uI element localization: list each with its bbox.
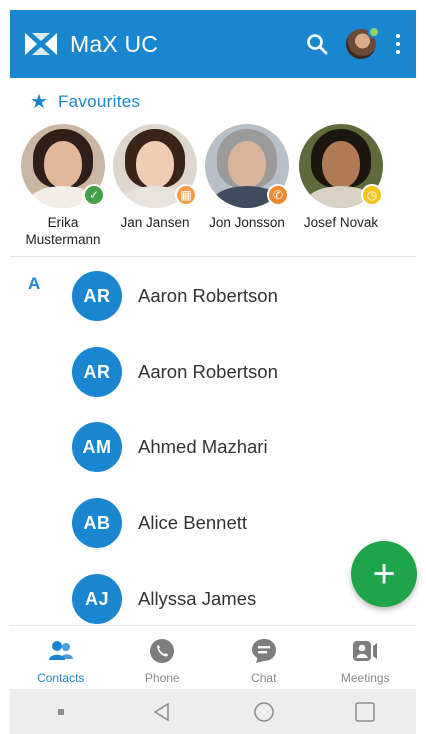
clock-icon: ◷ [361, 184, 383, 206]
contact-photo: ✓ [21, 124, 105, 208]
more-options-button[interactable] [392, 29, 404, 59]
tab-phone[interactable]: Phone [112, 626, 214, 689]
contact-initials-avatar: AR [72, 347, 122, 397]
contact-name: Ahmed Mazhari [138, 436, 268, 457]
contact-name: Alice Bennett [138, 512, 248, 533]
home-circle-icon [254, 701, 274, 722]
favourite-name: Jon Jonsson [209, 215, 285, 230]
profile-avatar[interactable] [346, 26, 380, 59]
star-icon: ★ [30, 91, 48, 113]
add-contact-button[interactable]: + [351, 541, 417, 607]
contact-initials-avatar: AM [72, 422, 122, 472]
section-divider [10, 256, 416, 257]
plus-icon: + [372, 552, 396, 596]
contact-row[interactable]: AB Alice Bennett [72, 498, 402, 548]
home-button[interactable] [249, 697, 279, 727]
favourites-title: Favourites [57, 92, 141, 111]
contact-initials-avatar: AB [72, 498, 122, 548]
max-logo-icon [25, 33, 57, 55]
contact-initials-avatar: AR [72, 271, 122, 321]
tab-label: Meetings [340, 671, 390, 685]
calendar-icon: ▦ [175, 184, 197, 206]
contact-photo: ◷ [299, 124, 383, 208]
contact-photo: ✆ [205, 124, 289, 208]
contact-name: Aaron Robertson [138, 285, 278, 306]
phone-icon: ✆ [267, 184, 289, 206]
contact-row[interactable]: AR Aaron Robertson [72, 271, 402, 321]
check-icon: ✓ [83, 184, 105, 206]
search-icon [307, 34, 328, 55]
contact-name: Aaron Robertson [138, 361, 278, 382]
contact-row[interactable]: AM Ahmed Mazhari [72, 422, 402, 472]
system-navigation-bar [10, 689, 416, 734]
square-dot-icon [57, 708, 64, 715]
favourite-contact[interactable]: ▦ Jan Jansen [105, 124, 205, 231]
favourite-contact[interactable]: ✆ Jon Jonsson [197, 124, 297, 231]
back-button[interactable] [147, 697, 177, 727]
tab-chat[interactable]: Chat [213, 626, 315, 689]
contact-name: Allyssa James [138, 588, 257, 609]
overview-square-icon [355, 701, 375, 722]
contacts-icon [48, 641, 73, 660]
bottom-navigation: Contacts Phone Chat Meetings [10, 625, 416, 689]
presence-indicator [368, 26, 380, 38]
tab-label: Phone [144, 671, 180, 685]
phone-icon [150, 639, 175, 663]
favourite-name: Jan Jansen [120, 215, 190, 230]
contact-row[interactable]: AR Aaron Robertson [72, 347, 402, 397]
meetings-icon [353, 641, 378, 661]
tab-contacts[interactable]: Contacts [10, 626, 112, 689]
overview-button[interactable] [350, 697, 380, 727]
favourite-contact[interactable]: ◷ Josef Novak [291, 124, 391, 231]
favourite-name: Josef Novak [303, 215, 379, 230]
favourite-contact[interactable]: ✓ Erika Mustermann [13, 124, 113, 248]
favourites-header: ★ Favourites [30, 92, 140, 112]
tab-meetings[interactable]: Meetings [315, 626, 417, 689]
tab-label: Contacts [37, 671, 85, 685]
favourite-name: Erika Mustermann [25, 215, 101, 247]
contact-initials-avatar: AJ [72, 574, 122, 624]
back-triangle-icon [153, 702, 169, 721]
more-vertical-icon [396, 34, 400, 38]
app-title: MaX UC [70, 30, 159, 57]
search-button[interactable] [302, 29, 332, 59]
app-bar: MaX UC [10, 10, 416, 78]
tab-label: Chat [251, 671, 277, 685]
chat-icon [251, 639, 276, 663]
section-index-letter: A [28, 274, 41, 293]
contact-photo: ▦ [113, 124, 197, 208]
recents-dot-button[interactable] [46, 697, 76, 727]
